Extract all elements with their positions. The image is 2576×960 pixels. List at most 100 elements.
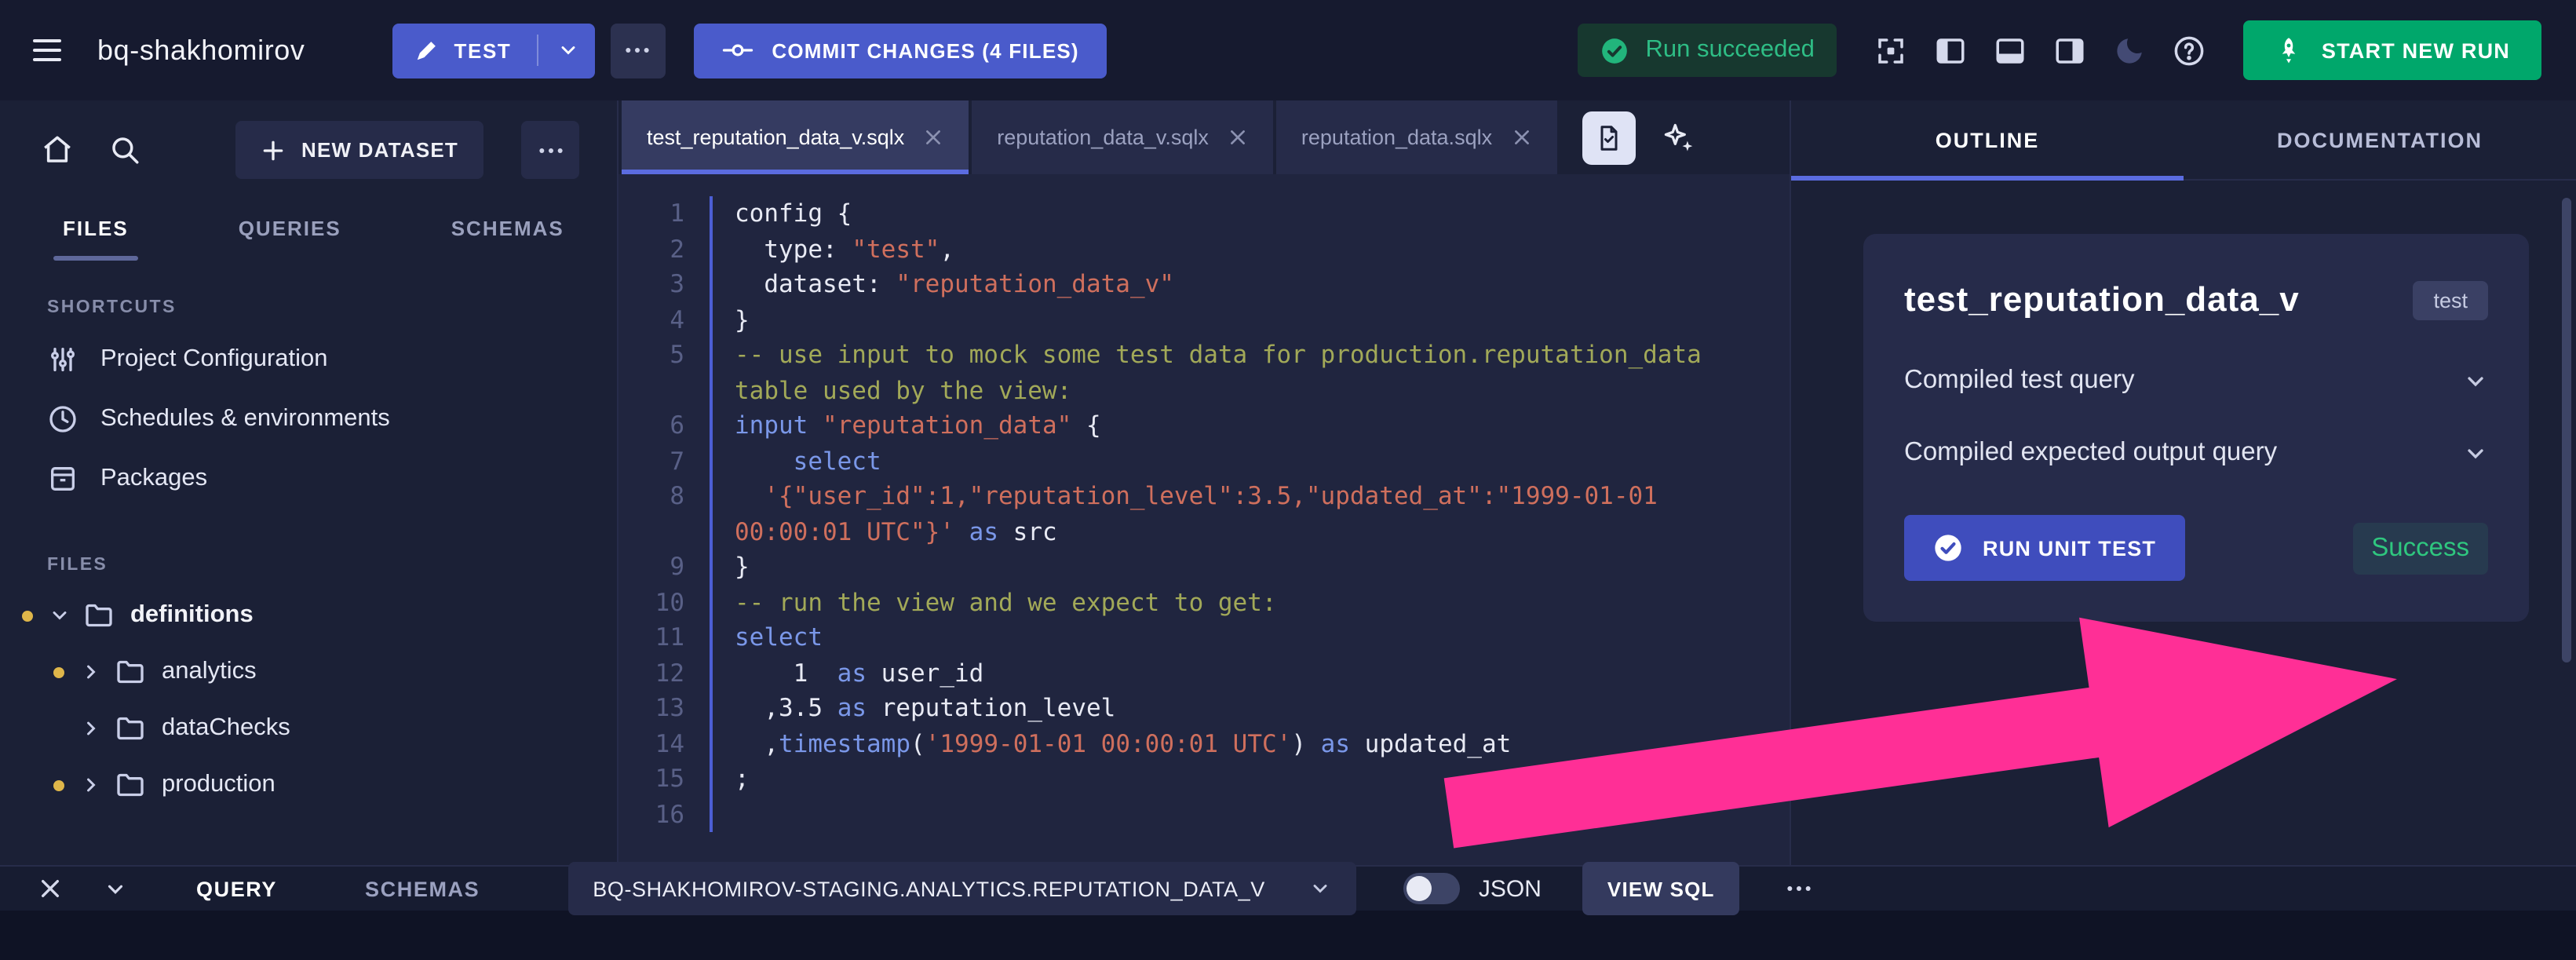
check-circle-icon — [1932, 532, 1964, 564]
commit-changes-label: COMMIT CHANGES (4 FILES) — [772, 38, 1079, 62]
tab-outline[interactable]: OUTLINE — [1791, 100, 2184, 181]
tree-item-analytics[interactable]: analytics — [0, 644, 617, 700]
vertical-scrollbar[interactable] — [2562, 198, 2571, 663]
toggle-knob — [1406, 876, 1432, 901]
editor-tab-test-reputation-data-v[interactable]: test_reputation_data_v.sqlx — [622, 100, 969, 174]
code-row[interactable]: 8 '{"user_id":1,"reputation_level":3.5,"… — [618, 479, 1758, 549]
code-row[interactable]: 16 — [618, 797, 1758, 832]
tab-schemas[interactable]: SCHEMAS — [451, 217, 564, 261]
compiled-expected-output-row[interactable]: Compiled expected output query — [1904, 438, 2488, 468]
chevron-down-icon[interactable] — [2463, 440, 2488, 465]
collapse-panel-chevron-icon[interactable] — [104, 877, 127, 900]
test-button[interactable]: TEST — [392, 23, 595, 78]
run-status-badge[interactable]: Run succeeded — [1578, 24, 1837, 77]
chevron-right-icon[interactable] — [80, 774, 102, 796]
tab-documentation[interactable]: DOCUMENTATION — [2184, 100, 2576, 179]
chevron-down-icon[interactable] — [556, 39, 578, 61]
search-icon[interactable] — [108, 133, 141, 166]
close-icon[interactable] — [923, 127, 943, 148]
topbar-icon-group — [1874, 34, 2206, 67]
tab-bottom-schemas[interactable]: SCHEMAS — [365, 877, 480, 900]
tree-item-production[interactable]: production — [0, 757, 617, 813]
sidebar-more-button[interactable] — [521, 121, 579, 179]
tree-item-definitions[interactable]: definitions — [0, 587, 617, 644]
code-token: updated_at — [1350, 729, 1512, 757]
code-row[interactable]: 1 config { — [618, 196, 1758, 232]
close-icon[interactable] — [38, 876, 63, 901]
close-icon[interactable] — [1228, 127, 1248, 148]
line-number: 4 — [670, 305, 684, 334]
test-button-label: TEST — [454, 38, 512, 62]
line-number: 15 — [655, 765, 684, 793]
focus-mode-icon[interactable] — [1874, 34, 1907, 67]
start-new-run-button[interactable]: START NEW RUN — [2242, 20, 2541, 80]
panel-right-icon[interactable] — [2053, 34, 2086, 67]
dataset-selector-dropdown[interactable]: BQ-SHAKHOMIROV-STAGING.ANALYTICS.REPUTAT… — [567, 862, 1356, 915]
run-unit-test-button[interactable]: RUN UNIT TEST — [1904, 515, 2185, 581]
code-row[interactable]: 2 type: "test", — [618, 232, 1758, 267]
commit-changes-button[interactable]: COMMIT CHANGES (4 FILES) — [693, 23, 1107, 78]
code-row[interactable]: 15; — [618, 761, 1758, 797]
code-lines[interactable]: 1 config {2 type: "test", 3 dataset: "repu… — [618, 174, 1790, 911]
line-number: 12 — [655, 659, 684, 687]
line-number: 10 — [655, 588, 684, 616]
code-editor-panel: test_reputation_data_v.sqlx reputation_d… — [618, 100, 1790, 911]
format-document-button[interactable] — [1582, 111, 1636, 164]
help-icon[interactable] — [2173, 34, 2206, 67]
home-icon[interactable] — [41, 133, 74, 166]
tree-item-datachecks[interactable]: dataChecks — [0, 700, 617, 757]
sparkle-assist-icon[interactable] — [1660, 120, 1695, 155]
code-token: "reputation_data_v" — [896, 270, 1174, 298]
line-number: 16 — [655, 800, 684, 828]
new-dataset-button[interactable]: NEW DATASET — [235, 121, 483, 179]
code-row[interactable]: 13 ,3.5 as reputation_level — [618, 691, 1758, 726]
panel-bottom-icon[interactable] — [1994, 34, 2027, 67]
json-toggle[interactable] — [1403, 873, 1460, 904]
sidebar-item-project-configuration[interactable]: Project Configuration — [0, 330, 617, 389]
editor-tab-reputation-data-v[interactable]: reputation_data_v.sqlx — [972, 100, 1273, 174]
hamburger-menu-icon[interactable] — [28, 31, 66, 69]
line-number: 6 — [670, 411, 684, 440]
code-row[interactable]: 7 select — [618, 443, 1758, 479]
code-row[interactable]: 12 1 as user_id — [618, 655, 1758, 691]
sidebar-item-packages[interactable]: Packages — [0, 449, 617, 509]
dark-mode-moon-icon[interactable] — [2113, 34, 2146, 67]
code-row[interactable]: 4} — [618, 302, 1758, 338]
code-token: select — [735, 623, 823, 652]
test-type-badge: test — [2413, 281, 2488, 320]
view-sql-button[interactable]: VIEW SQL — [1582, 862, 1740, 915]
close-icon[interactable] — [1511, 127, 1531, 148]
more-actions-button[interactable] — [610, 23, 666, 78]
code-row[interactable]: 11 select — [618, 620, 1758, 655]
compiled-test-query-row[interactable]: Compiled test query — [1904, 366, 2488, 396]
chevron-right-icon[interactable] — [80, 661, 102, 683]
code-row[interactable]: 5 -- use input to mock some test data for… — [618, 338, 1758, 408]
compiled-expected-output-label: Compiled expected output query — [1904, 438, 2278, 466]
code-row[interactable]: 9} — [618, 549, 1758, 585]
code-token: , — [940, 235, 955, 263]
sidebar-item-label: Project Configuration — [100, 345, 328, 372]
chevron-down-icon[interactable] — [2463, 368, 2488, 393]
tab-query[interactable]: QUERY — [196, 877, 277, 900]
bottom-more-button[interactable] — [1784, 873, 1815, 904]
chevron-right-icon[interactable] — [80, 717, 102, 739]
code-row[interactable]: 10 -- run the view and we expect to get: — [618, 585, 1758, 620]
tab-files[interactable]: FILES — [53, 217, 138, 261]
editor-tab-reputation-data[interactable]: reputation_data.sqlx — [1275, 100, 1557, 174]
panel-left-icon[interactable] — [1934, 34, 1967, 67]
chevron-down-icon[interactable] — [49, 604, 71, 626]
ellipsis-icon — [622, 35, 653, 66]
sidebar-item-schedules-environments[interactable]: Schedules & environments — [0, 389, 617, 449]
line-number: 11 — [655, 623, 684, 652]
tab-queries[interactable]: QUERIES — [239, 217, 341, 261]
view-sql-label: VIEW SQL — [1607, 877, 1715, 900]
line-number: 14 — [655, 729, 684, 757]
changed-dot — [53, 723, 64, 734]
code-row[interactable]: 3 dataset: "reputation_data_v" — [618, 267, 1758, 302]
line-number: 7 — [670, 447, 684, 475]
code-token: reputation_level — [867, 694, 1116, 722]
code-row[interactable]: 14 ,timestamp('1999-01-01 00:00:01 UTC')… — [618, 726, 1758, 761]
code-row[interactable]: 6 input "reputation_data" { — [618, 408, 1758, 443]
json-label: JSON — [1478, 875, 1542, 902]
folder-icon — [83, 600, 115, 631]
